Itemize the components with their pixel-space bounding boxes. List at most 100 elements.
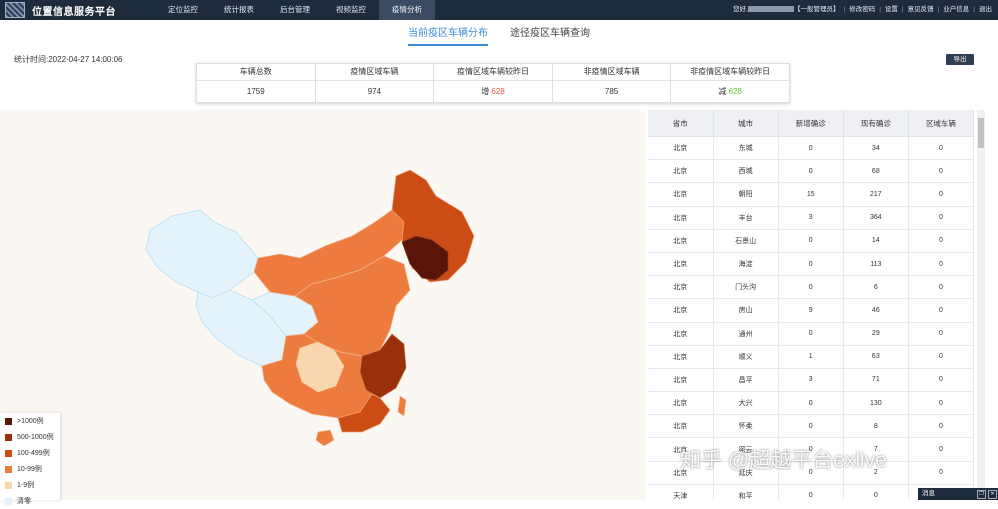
table-cell: 217 bbox=[843, 182, 909, 207]
col-new-confirmed[interactable]: 新增确诊 bbox=[778, 110, 844, 137]
table-cell: 15 bbox=[778, 182, 844, 207]
legend-item[interactable]: 1-9例 bbox=[0, 477, 60, 493]
col-city[interactable]: 城市 bbox=[713, 110, 779, 137]
legend-item[interactable]: 清零 bbox=[0, 493, 60, 509]
logout-link[interactable]: 退出 bbox=[979, 0, 992, 20]
table-cell: 113 bbox=[843, 252, 909, 277]
table-cell: 北京 bbox=[648, 229, 714, 253]
table-cell: 0 bbox=[778, 414, 844, 439]
legend-item[interactable]: 500-1000例 bbox=[0, 429, 60, 445]
table-row[interactable]: 北京 大兴 0 130 0 bbox=[648, 391, 975, 416]
table-cell: 0 bbox=[908, 322, 975, 346]
restore-icon[interactable]: ❐ bbox=[977, 490, 986, 499]
table-cell: 大兴 bbox=[713, 391, 779, 416]
change-password-link[interactable]: 修改密码 bbox=[849, 0, 875, 20]
table-cell: 6 bbox=[843, 275, 909, 300]
table-cell: 朝阳 bbox=[713, 182, 779, 207]
grid-logo-icon bbox=[5, 2, 25, 18]
table-row[interactable]: 北京 朝阳 15 217 0 bbox=[648, 182, 975, 207]
close-icon[interactable]: ✕ bbox=[988, 490, 997, 499]
map-svg bbox=[145, 169, 475, 447]
feedback-link[interactable]: 意见反馈 bbox=[908, 0, 934, 20]
table-cell: 0 bbox=[908, 275, 975, 300]
table-cell: 3 bbox=[778, 206, 844, 230]
stat-non-epidemic-vehicles: 非疫情区域车辆 785 bbox=[552, 64, 672, 102]
stat-epidemic-change: 疫情区域车辆较昨日 增 628 bbox=[434, 64, 553, 102]
table-cell: 北京 bbox=[648, 414, 714, 439]
table-cell: 0 bbox=[778, 275, 844, 300]
legend-item[interactable]: 10-99例 bbox=[0, 461, 60, 477]
table-cell: 0 bbox=[908, 414, 975, 439]
stat-total-vehicles: 车辆总数 1759 bbox=[197, 64, 316, 102]
stat-epidemic-vehicles: 疫情区域车辆 974 bbox=[315, 64, 435, 102]
city-table: 省市 城市 新增确诊 现有确诊 区域车辆 北京 东城 0 34 0 北京 西城 0 68 0 北京朝… bbox=[648, 110, 978, 500]
table-cell: 0 bbox=[908, 136, 975, 161]
table-cell: 1 bbox=[778, 345, 844, 369]
table-cell: 北京 bbox=[648, 368, 714, 393]
stat-non-epidemic-change: 非疫情区域车辆较昨日 减 628 bbox=[671, 64, 789, 102]
table-cell: 北京 bbox=[648, 252, 714, 277]
table-header-row: 省市 城市 新增确诊 现有确诊 区域车辆 bbox=[648, 110, 975, 137]
table-row[interactable]: 北京 丰台 3 364 0 bbox=[648, 206, 975, 230]
table-row[interactable]: 北京 房山 9 46 0 bbox=[648, 298, 975, 323]
table-cell: 北京 bbox=[648, 345, 714, 369]
table-row[interactable]: 北京 通州 0 29 0 bbox=[648, 322, 975, 346]
table-cell: 0 bbox=[908, 345, 975, 369]
nav-item-video[interactable]: 视频监控 bbox=[323, 0, 379, 20]
col-province[interactable]: 省市 bbox=[648, 110, 714, 137]
table-cell: 西城 bbox=[713, 159, 779, 184]
table-cell: 房山 bbox=[713, 298, 779, 323]
table-cell: 北京 bbox=[648, 182, 714, 207]
business-info-link[interactable]: 业户信息 bbox=[943, 0, 969, 20]
table-row[interactable]: 北京 顺义 1 63 0 bbox=[648, 345, 975, 369]
table-cell: 29 bbox=[843, 322, 909, 346]
table-row[interactable]: 北京 石景山 0 14 0 bbox=[648, 229, 975, 253]
scroll-thumb[interactable] bbox=[978, 118, 984, 148]
nav-item-epidemic[interactable]: 疫情分析 bbox=[379, 0, 435, 20]
message-bar[interactable]: 消息 ❐ ✕ bbox=[918, 488, 998, 500]
legend-item[interactable]: 100-499例 bbox=[0, 445, 60, 461]
nav-item-admin[interactable]: 后台管理 bbox=[267, 0, 323, 20]
tab-route-query[interactable]: 途径疫区车辆查询 bbox=[510, 24, 590, 46]
nav-item-reports[interactable]: 统计报表 bbox=[211, 0, 267, 20]
table-cell: 北京 bbox=[648, 136, 714, 161]
table-cell: 门头沟 bbox=[713, 275, 779, 300]
col-current-confirmed[interactable]: 现有确诊 bbox=[843, 110, 909, 137]
table-cell: 0 bbox=[908, 461, 975, 485]
map-region-xinjiang bbox=[145, 209, 259, 299]
table-cell: 怀柔 bbox=[713, 414, 779, 439]
legend-item[interactable]: >1000例 bbox=[0, 413, 60, 429]
table-cell: 0 bbox=[908, 159, 975, 184]
china-map[interactable] bbox=[0, 110, 646, 500]
table-cell: 46 bbox=[843, 298, 909, 323]
table-row[interactable]: 北京 西城 0 68 0 bbox=[648, 159, 975, 184]
export-button[interactable]: 导出 bbox=[946, 54, 974, 65]
settings-link[interactable]: 设置 bbox=[885, 0, 898, 20]
table-row[interactable]: 北京 东城 0 34 0 bbox=[648, 136, 975, 161]
table-cell: 364 bbox=[843, 206, 909, 230]
stats-panel: 车辆总数 1759 疫情区域车辆 974 疫情区域车辆较昨日 增 628 非疫情… bbox=[196, 63, 790, 103]
table-row[interactable]: 北京 昌平 3 71 0 bbox=[648, 368, 975, 393]
tab-current-distribution[interactable]: 当前疫区车辆分布 bbox=[408, 24, 488, 46]
table-cell: 北京 bbox=[648, 391, 714, 416]
table-cell: 北京 bbox=[648, 275, 714, 300]
user-area: 您好, 【一般管理员】 | 修改密码 | 设置 | 意见反馈 | 业户信息 | 退… bbox=[733, 0, 992, 20]
map-legend: >1000例 500-1000例 100-499例 10-99例 1-9例 清零 bbox=[0, 413, 60, 505]
table-cell: 海淀 bbox=[713, 252, 779, 277]
table-row[interactable]: 北京 海淀 0 113 0 bbox=[648, 252, 975, 277]
table-cell: 北京 bbox=[648, 298, 714, 323]
col-area-vehicles[interactable]: 区域车辆 bbox=[908, 110, 975, 137]
increase-value: 628 bbox=[491, 87, 505, 96]
table-cell: 34 bbox=[843, 136, 909, 161]
table-cell: 0 bbox=[843, 484, 909, 500]
table-cell: 68 bbox=[843, 159, 909, 184]
table-cell: 和平 bbox=[713, 484, 779, 500]
table-row[interactable]: 北京 怀柔 0 8 0 bbox=[648, 414, 975, 439]
table-cell: 顺义 bbox=[713, 345, 779, 369]
data-table: 省市 城市 新增确诊 现有确诊 区域车辆 北京 东城 0 34 0 北京 西城 0 68 0 北京朝… bbox=[648, 110, 975, 500]
nav-item-location[interactable]: 定位监控 bbox=[155, 0, 211, 20]
table-cell: 东城 bbox=[713, 136, 779, 161]
table-row[interactable]: 北京 门头沟 0 6 0 bbox=[648, 275, 975, 300]
table-scrollbar[interactable] bbox=[977, 110, 985, 500]
table-cell: 0 bbox=[778, 159, 844, 184]
